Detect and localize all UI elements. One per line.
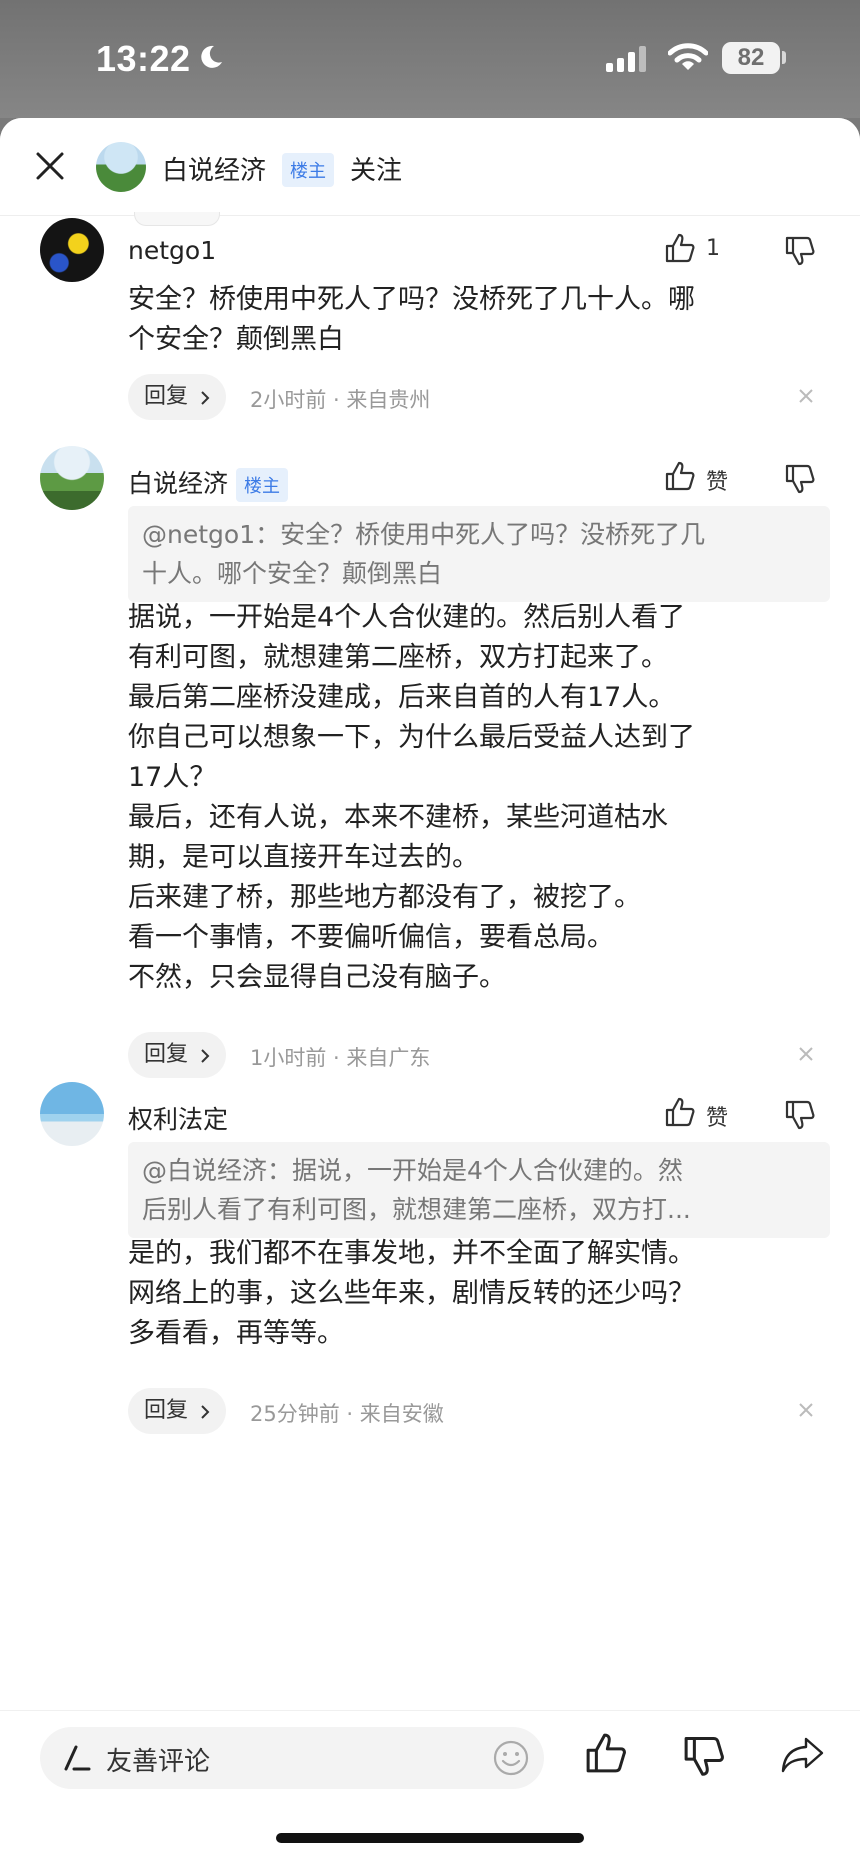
thumbs-down-icon[interactable] <box>682 1733 726 1777</box>
status-time: 13:22 <box>96 38 191 79</box>
comment-text: 安全？桥使用中死人了吗？没桥死了几十人。哪 个安全？颠倒黑白 <box>128 284 695 355</box>
like-count: 1 <box>706 236 720 261</box>
bottom-action-bar: 友善评论 <box>0 1710 860 1864</box>
quoted-comment[interactable]: @netgo1：安全？桥使用中死人了吗？没桥死了几 十人。哪个安全？颠倒黑白 <box>128 506 830 602</box>
previous-reply-button-remnant <box>134 212 220 226</box>
comment-username[interactable]: 白说经济 楼主 <box>128 464 289 502</box>
thumbs-up-icon <box>665 1097 695 1127</box>
dismiss-icon[interactable] <box>796 1400 816 1420</box>
comment-meta: 25分钟前 · 来自安徽 <box>250 1402 444 1426</box>
status-bar: 13:22 82 <box>0 0 860 118</box>
battery-indicator: 82 <box>722 42 780 74</box>
chevron-right-icon <box>201 391 210 405</box>
thumbs-up-icon <box>665 461 695 491</box>
dismiss-icon[interactable] <box>796 1044 816 1064</box>
thumbs-down-icon[interactable] <box>784 462 816 494</box>
like-label: 赞 <box>706 470 729 495</box>
pen-icon <box>64 1745 91 1771</box>
close-icon[interactable] <box>30 146 70 186</box>
follow-button[interactable]: 关注 <box>350 150 402 187</box>
reply-button[interactable]: 回复 <box>128 1032 226 1078</box>
comment-meta: 2小时前 · 来自贵州 <box>250 388 431 412</box>
like-label: 赞 <box>706 1106 729 1131</box>
wifi-icon <box>668 43 708 70</box>
comment-username[interactable]: 权利法定 <box>128 1100 228 1136</box>
sheet-header: 白说经济 楼主 关注 <box>0 118 860 216</box>
comment-meta: 1小时前 · 来自广东 <box>250 1046 431 1070</box>
comment-text: 是的，我们都不在事发地，并不全面了解实情。 网络上的事，这么些年来，剧情反转的还… <box>128 1238 695 1349</box>
comment-sheet: 白说经济 楼主 关注 netgo1 1 安全？桥使用中死人了吗？没桥死了几十人。… <box>0 118 860 1864</box>
reply-button[interactable]: 回复 <box>128 374 226 420</box>
comment-username[interactable]: netgo1 <box>128 236 216 265</box>
share-icon[interactable] <box>780 1735 826 1775</box>
avatar[interactable] <box>40 1082 104 1146</box>
emoji-icon[interactable] <box>492 1739 530 1777</box>
thumbs-down-icon[interactable] <box>784 1098 816 1130</box>
cellular-signal-icon <box>606 46 646 72</box>
dismiss-icon[interactable] <box>796 386 816 406</box>
reply-button[interactable]: 回复 <box>128 1388 226 1434</box>
chevron-right-icon <box>201 1405 210 1419</box>
thumbs-down-icon[interactable] <box>784 234 816 266</box>
chevron-right-icon <box>201 1049 210 1063</box>
battery-tip <box>782 51 786 64</box>
home-indicator <box>276 1833 584 1843</box>
quoted-comment[interactable]: @白说经济：据说，一开始是4个人合伙建的。然 后别人看了有利可图，就想建第二座桥… <box>128 1142 830 1238</box>
author-name[interactable]: 白说经济 <box>162 150 266 187</box>
host-badge: 楼主 <box>236 468 289 502</box>
avatar[interactable] <box>40 218 104 282</box>
comment-input[interactable]: 友善评论 <box>40 1727 544 1789</box>
thumbs-up-icon <box>665 233 695 263</box>
comment-text: 据说，一开始是4个人合伙建的。然后别人看了 有利可图，就想建第二座桥，双方打起来… <box>128 602 695 993</box>
host-badge: 楼主 <box>282 153 334 187</box>
avatar[interactable] <box>40 446 104 510</box>
moon-icon <box>201 45 222 68</box>
thumbs-up-icon[interactable] <box>584 1731 628 1775</box>
author-avatar[interactable] <box>96 142 146 192</box>
input-placeholder: 友善评论 <box>106 1747 211 1777</box>
